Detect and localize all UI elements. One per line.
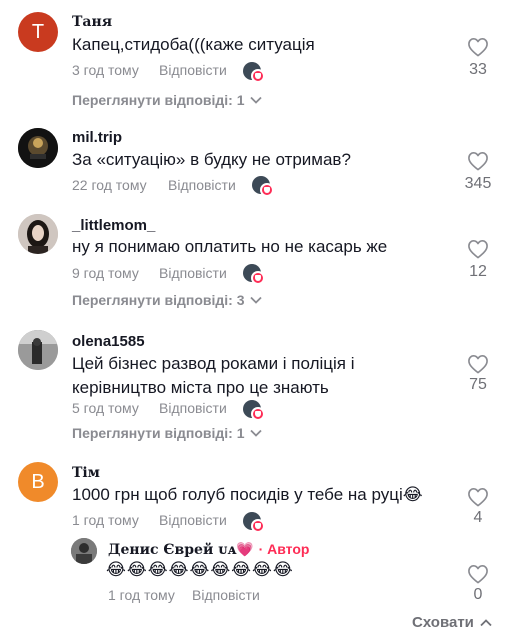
reply-text: 😂😂😂😂😂😂😂😂😂 [106, 560, 294, 579]
heart-outline-icon[interactable] [467, 151, 489, 171]
avatar[interactable] [18, 128, 58, 168]
creator-liked-icon [252, 176, 274, 197]
chevron-up-icon [480, 618, 492, 626]
heart-outline-icon[interactable] [467, 354, 489, 374]
creator-liked-icon [243, 62, 265, 83]
comment-item: mil.trip За «ситуацію» в будку не отрима… [0, 120, 515, 208]
heart-outline-icon[interactable] [467, 564, 489, 584]
like-count: 0 [473, 586, 483, 603]
comment-time: 3 год тому [72, 62, 139, 78]
like-count: 33 [469, 61, 487, 78]
comment-time: 1 год тому [72, 512, 139, 528]
hide-replies-label: Сховати [412, 614, 474, 631]
comment-text: ну я понимаю оплатить но не касарь же [72, 237, 388, 256]
comment-text: 1000 грн щоб голуб посидів у тебе на руц… [72, 485, 423, 504]
avatar-image [18, 214, 58, 254]
view-replies-button[interactable]: Переглянути відповіді: 3 [72, 292, 262, 308]
reply-button[interactable]: Відповісти [168, 177, 236, 193]
chevron-down-icon [249, 296, 262, 304]
reply-button[interactable]: Відповісти [159, 265, 227, 281]
creator-liked-icon [243, 264, 265, 285]
comment-text: За «ситуацію» в будку не отримав? [72, 150, 351, 169]
comment-item: Т Таня Капец,стидоба(((каже ситуація 3 г… [0, 0, 515, 120]
avatar[interactable] [71, 538, 97, 564]
creator-liked-icon [243, 400, 265, 421]
avatar-image [71, 538, 97, 564]
reply-item: Денис Єврей ᴜᴀ💗 · Автор 😂😂😂😂😂😂😂😂😂 1 год … [0, 536, 515, 608]
avatar-image [18, 128, 58, 168]
comment-item: olena1585 Цей бізнес развод роками і пол… [0, 324, 515, 456]
reply-button[interactable]: Відповісти [159, 512, 227, 528]
avatar[interactable]: В [18, 462, 58, 502]
comment-username[interactable]: Таня [72, 14, 112, 30]
creator-liked-icon [243, 512, 265, 533]
comment-username[interactable]: olena1585 [72, 333, 145, 350]
reply-username[interactable]: Денис Єврей ᴜᴀ💗 · Автор [108, 541, 309, 558]
comment-username[interactable]: Тім [72, 465, 100, 481]
avatar[interactable] [18, 214, 58, 254]
view-replies-button[interactable]: Переглянути відповіді: 1 [72, 92, 262, 108]
avatar[interactable] [18, 330, 58, 370]
heart-outline-icon[interactable] [467, 239, 489, 259]
reply-button[interactable]: Відповісти [192, 587, 260, 603]
comment-username[interactable]: mil.trip [72, 129, 122, 146]
chevron-down-icon [249, 429, 262, 437]
hide-replies-button[interactable]: Сховати [412, 614, 492, 631]
like-count: 345 [464, 175, 492, 192]
comment-time: 5 год тому [72, 400, 139, 416]
reply-username-label: Денис Єврей ᴜᴀ💗 [108, 542, 254, 558]
reply-button[interactable]: Відповісти [159, 400, 227, 416]
comment-text: Капец,стидоба(((каже ситуація [72, 35, 315, 54]
avatar[interactable]: Т [18, 12, 58, 52]
heart-outline-icon[interactable] [467, 487, 489, 507]
reply-time: 1 год тому [108, 587, 175, 603]
comment-time: 9 год тому [72, 265, 139, 281]
author-badge: · Автор [258, 541, 310, 557]
view-replies-button[interactable]: Переглянути відповіді: 1 [72, 425, 262, 441]
comment-item: В Тім 1000 грн щоб голуб посидів у тебе … [0, 456, 515, 536]
view-replies-label: Переглянути відповіді: 3 [72, 292, 245, 308]
comment-item: _littlemom_ ну я понимаю оплатить но не … [0, 208, 515, 324]
like-count: 75 [469, 376, 487, 393]
avatar-image [18, 330, 58, 370]
like-count: 12 [469, 263, 487, 280]
heart-outline-icon[interactable] [467, 37, 489, 57]
view-replies-label: Переглянути відповіді: 1 [72, 425, 245, 441]
comment-time: 22 год тому [72, 177, 147, 193]
like-count: 4 [473, 509, 483, 526]
chevron-down-icon [249, 96, 262, 104]
reply-button[interactable]: Відповісти [159, 62, 227, 78]
comment-text: Цей бізнес развод роками і поліція і кер… [72, 354, 355, 397]
comment-username[interactable]: _littlemom_ [72, 217, 155, 234]
view-replies-label: Переглянути відповіді: 1 [72, 92, 245, 108]
